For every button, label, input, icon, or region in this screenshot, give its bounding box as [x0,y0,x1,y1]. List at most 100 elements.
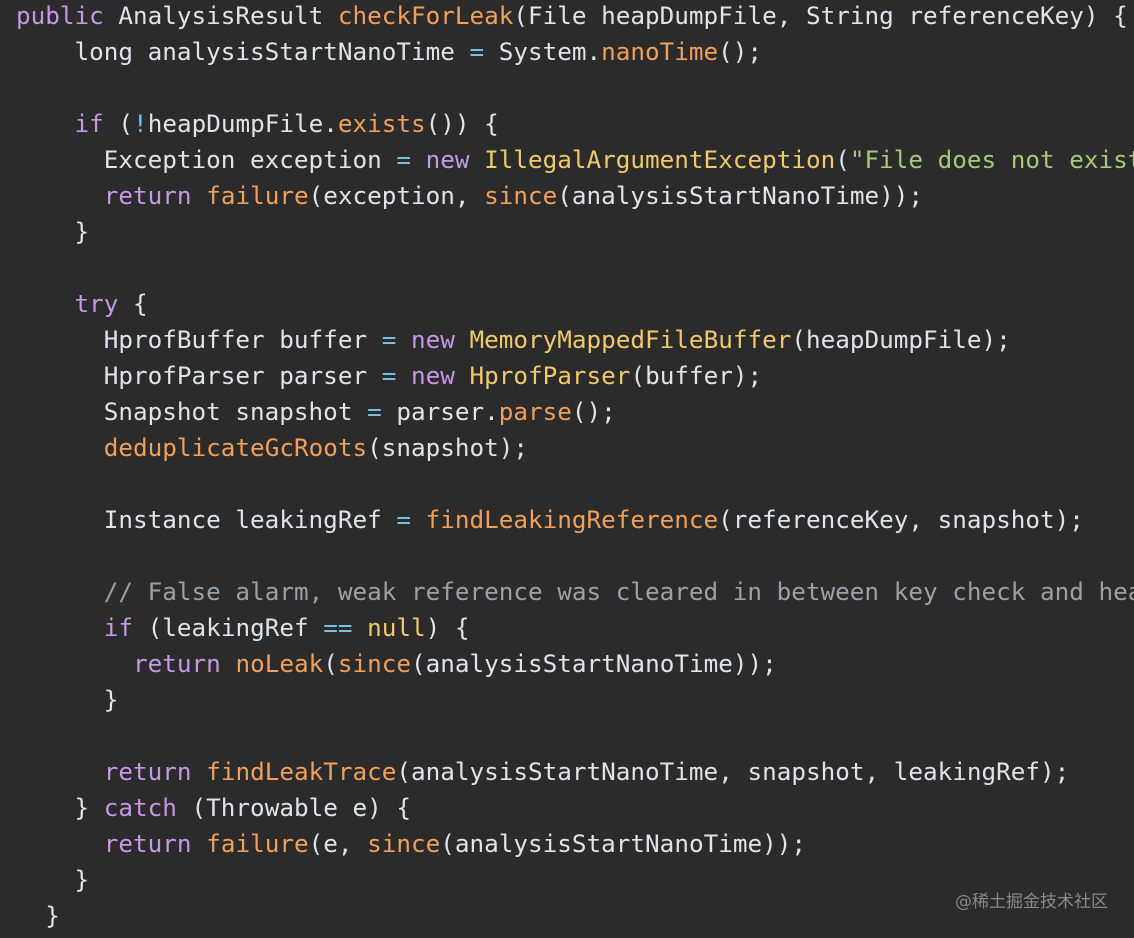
code-type: MemoryMappedFileBuffer [469,325,792,354]
code-text: (e, [308,829,368,858]
code-text: (analysisStartNanoTime)); [440,829,806,858]
code-method: findLeakingReference [425,505,719,534]
code-keyword: if [74,109,104,138]
code-text: Exception exception [16,145,397,174]
code-operator: = [396,505,411,534]
code-keyword: new [410,361,455,390]
code-operator: = [367,397,382,426]
code-operator: ! [133,109,148,138]
code-text: (leakingRef [133,613,324,642]
code-text: (Throwable e) { [176,793,411,822]
code-text: (); [718,37,763,66]
code-method: since [367,829,441,858]
code-text: } [16,865,90,894]
code-text: heapDumpFile. [147,109,338,138]
code-text: ) { [425,613,470,642]
code-operator: = [381,325,397,354]
code-type: null [367,613,426,642]
code-line: return failure(exception, since(analysis… [16,178,1134,214]
code-method: noLeak [235,649,324,678]
code-method: findLeakTrace [206,757,397,786]
code-string: "File does not exist: [849,145,1134,174]
code-text: ( [323,649,338,678]
code-line: long analysisStartNanoTime = System.nano… [16,34,1134,70]
code-line: if (!heapDumpFile.exists()) { [16,106,1134,142]
code-line: public AnalysisResult checkForLeak(File … [16,0,1134,34]
code-keyword: if [103,613,134,642]
code-method: since [337,649,412,678]
code-text: (referenceKey, snapshot); [718,505,1084,534]
code-keyword: return [103,829,192,858]
code-block[interactable]: public AnalysisResult checkForLeak(File … [16,0,1134,934]
code-method: failure [206,181,309,210]
code-line: HprofBuffer buffer = new MemoryMappedFil… [16,322,1134,358]
code-method: failure [206,829,309,858]
code-method: nanoTime [601,37,719,66]
code-method: deduplicateGcRoots [103,433,368,462]
code-operator: = [396,145,411,174]
code-method: parse [498,397,572,426]
code-text: HprofBuffer buffer [16,325,382,354]
code-text: long analysisStartNanoTime [16,37,470,66]
code-text: HprofParser parser [16,361,382,390]
code-operator: == [323,613,353,642]
code-text: AnalysisResult [103,1,338,30]
code-text: parser. [381,397,499,426]
code-text: } [16,793,104,822]
code-line: return noLeak(since(analysisStartNanoTim… [16,646,1134,682]
code-text: (analysisStartNanoTime)); [411,649,777,678]
code-line: Instance leakingRef = findLeakingReferen… [16,502,1134,538]
code-line: } catch (Throwable e) { [16,790,1134,826]
code-line: } [16,214,1134,250]
code-text: } [16,685,119,714]
code-text: ()) { [425,109,499,138]
code-keyword: new [425,145,470,174]
code-line: HprofParser parser = new HprofParser(buf… [16,358,1134,394]
code-text: (heapDumpFile); [791,325,1011,354]
code-line: return findLeakTrace(analysisStartNanoTi… [16,754,1134,790]
code-keyword: return [103,757,192,786]
code-text: Instance leakingRef [16,505,397,534]
code-operator: = [469,37,485,66]
code-line: try { [16,286,1134,322]
code-keyword: try [74,289,119,318]
code-line: deduplicateGcRoots(snapshot); [16,430,1134,466]
code-text: System. [484,37,602,66]
code-type: IllegalArgumentException [484,145,836,174]
code-keyword: catch [103,793,177,822]
code-line: Snapshot snapshot = parser.parse(); [16,394,1134,430]
code-line: Exception exception = new IllegalArgumen… [16,142,1134,178]
code-editor[interactable]: public AnalysisResult checkForLeak(File … [0,0,1134,938]
code-line: return failure(e, since(analysisStartNan… [16,826,1134,862]
code-text: (exception, [308,181,485,210]
code-text: (analysisStartNanoTime, snapshot, leakin… [396,757,1070,786]
code-text: ( [835,145,850,174]
code-method: exists [337,109,426,138]
code-text: ( [103,109,134,138]
code-keyword: return [103,181,192,210]
code-line: // False alarm, weak reference was clear… [16,574,1134,610]
code-text: (analysisStartNanoTime)); [557,181,923,210]
watermark: @稀土掘金技术社区 [955,892,1108,912]
